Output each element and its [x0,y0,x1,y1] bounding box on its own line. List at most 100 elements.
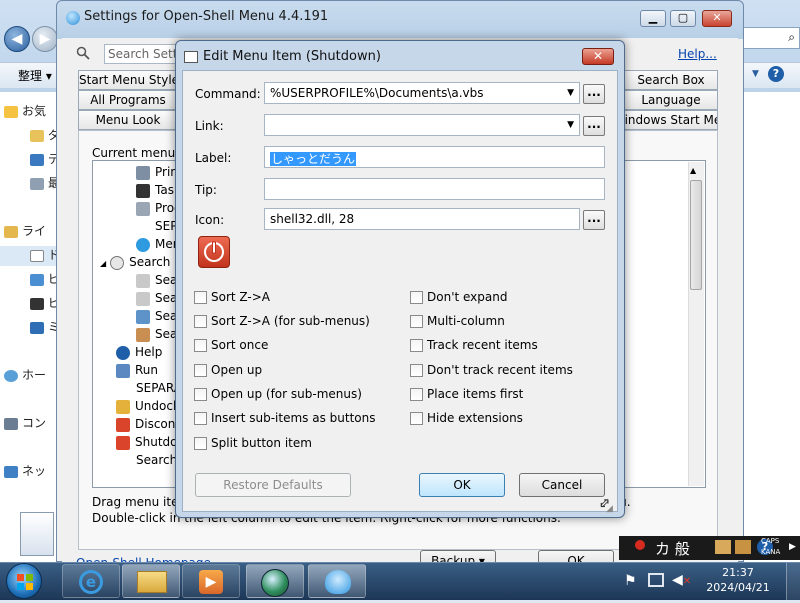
link-browse-button[interactable]: ... [583,116,605,136]
tree-item[interactable]: Search [136,453,177,471]
explorer-search-box[interactable]: ⌕ [738,27,800,49]
tab-menu-look[interactable]: Menu Look [78,110,178,130]
link-combo[interactable]: ▼ [264,114,580,136]
expand-arrow-icon[interactable]: ◢ [100,259,106,268]
tip-input[interactable] [264,178,605,200]
dialog-cancel-button[interactable]: Cancel [519,473,605,497]
checkbox-open-up[interactable]: Open up [194,363,262,381]
taskbar-internet-explorer[interactable]: e [62,564,120,598]
help-icon[interactable]: ? [768,66,784,82]
taskbar-explorer[interactable] [122,564,180,598]
taskbar-media-player[interactable]: ▶ [182,564,240,598]
nav-item-favorites[interactable]: お気 [4,102,60,122]
dialog-ok-button[interactable]: OK [419,473,505,497]
window-icon [184,51,198,63]
settings-close-button[interactable]: ✕ [702,10,732,27]
checkbox-sort-once[interactable]: Sort once [194,338,268,356]
tree-item[interactable]: Run [116,363,158,381]
tree-item[interactable]: Undock [116,399,180,417]
checkbox-box[interactable] [410,364,423,377]
tab-all-programs[interactable]: All Programs [78,90,178,110]
taskbar-open-shell[interactable] [308,564,366,598]
command-combo[interactable]: %USERPROFILE%\Documents\a.vbs ▼ [264,82,580,104]
volume-muted-icon[interactable]: ◀✕ [672,572,691,588]
ime-dictionary-icon[interactable] [735,540,751,554]
run-icon [116,363,130,378]
checkbox-box[interactable] [410,388,423,401]
classic-shell-icon [261,569,289,597]
checkbox-track-recent[interactable]: Track recent items [410,338,538,356]
nav-item-computer[interactable]: コン [4,414,60,434]
tree-scrollbar-thumb[interactable] [690,180,702,290]
tray-clock[interactable]: 21:37 2024/04/21 [706,565,770,595]
clock-time: 21:37 [722,566,754,579]
ime-options-icon[interactable]: ▶ [789,542,796,552]
nav-item-homegroup[interactable]: ホー [4,366,60,386]
tree-item[interactable]: Help [116,345,162,363]
taskbar-settings-app[interactable] [246,564,304,598]
size-grip-icon[interactable]: ◢ [606,504,613,514]
checkbox-hide-extensions[interactable]: Hide extensions [410,411,523,429]
start-button[interactable] [6,563,42,599]
checkbox-box[interactable] [194,437,207,450]
search-people-icon [136,327,150,342]
nav-item-network[interactable]: ネッ [4,462,60,482]
checkbox-box[interactable] [194,291,207,304]
network-icon[interactable] [648,573,664,587]
settings-search-input[interactable]: Search Settings [104,44,184,64]
checkbox-box[interactable] [194,364,207,377]
tab-start-menu-style[interactable]: Start Menu Style [78,70,178,90]
ime-status-icon[interactable] [635,540,645,550]
tab-search-box[interactable]: Search Box [624,70,718,90]
power-icon [204,241,224,262]
show-desktop-button[interactable] [786,563,800,600]
checkbox-place-items-first[interactable]: Place items first [410,387,523,405]
checkbox-dont-expand[interactable]: Don't expand [410,290,507,308]
organize-button[interactable]: 整理 ▾ [18,67,52,84]
tip-label: Tip: [195,183,217,197]
checkbox-box[interactable] [410,412,423,425]
checkbox-box[interactable] [194,315,207,328]
dialog-close-button[interactable]: ✕ [582,48,614,65]
power-icon-preview[interactable] [198,236,230,268]
tree-item[interactable]: ◢ Search [100,255,170,273]
file-thumbnail-icon [20,512,54,556]
chevron-down-icon[interactable]: ▼ [567,88,574,98]
printer-icon [136,165,150,180]
help-link[interactable]: Help... [678,47,717,61]
command-browse-button[interactable]: ... [583,84,605,104]
icon-input[interactable]: shell32.dll, 28 [264,208,580,230]
checkbox-sort-z-a-submenus[interactable]: Sort Z->A (for sub-menus) [194,314,370,332]
checkbox-multi-column[interactable]: Multi-column [410,314,505,332]
checkbox-box[interactable] [410,339,423,352]
checkbox-box[interactable] [194,412,207,425]
scroll-up-icon[interactable]: ▲ [690,166,696,175]
checkbox-box[interactable] [194,388,207,401]
icon-browse-button[interactable]: ... [583,210,605,230]
checkbox-sort-z-a[interactable]: Sort Z->A [194,290,270,308]
checkbox-box[interactable] [410,315,423,328]
restore-defaults-button[interactable]: Restore Defaults [195,473,351,497]
action-center-flag-icon[interactable]: ⚑ [624,573,637,589]
back-button[interactable]: ◀ [4,26,30,52]
nav-item-libraries[interactable]: ライ [4,222,60,242]
ime-mode-text[interactable]: カ 般 [655,538,690,559]
nav-item-documents[interactable]: ド [0,246,60,266]
checkbox-dont-track-recent[interactable]: Don't track recent items [410,363,573,381]
chevron-down-icon[interactable]: ▼ [752,69,759,79]
checkbox-open-up-submenus[interactable]: Open up (for sub-menus) [194,387,362,405]
label-input[interactable]: しゃっとだうん [264,146,605,168]
checkbox-box[interactable] [194,339,207,352]
maximize-button[interactable]: ▢ [670,10,696,27]
tab-language[interactable]: Language [624,90,718,110]
checkbox-split-button-item[interactable]: Split button item [194,436,312,454]
caps-indicator: CAPS [761,537,780,545]
tab-windows-start-menu[interactable]: Windows Start Menu [612,110,718,130]
checkbox-box[interactable] [410,291,423,304]
command-label: Command: [195,87,261,101]
chevron-down-icon[interactable]: ▼ [567,120,574,130]
forward-button[interactable]: ▶ [32,26,58,52]
minimize-button[interactable]: ▁ [640,10,666,27]
checkbox-insert-subitems-buttons[interactable]: Insert sub-items as buttons [194,411,375,429]
ime-tool-icon[interactable] [715,540,731,554]
